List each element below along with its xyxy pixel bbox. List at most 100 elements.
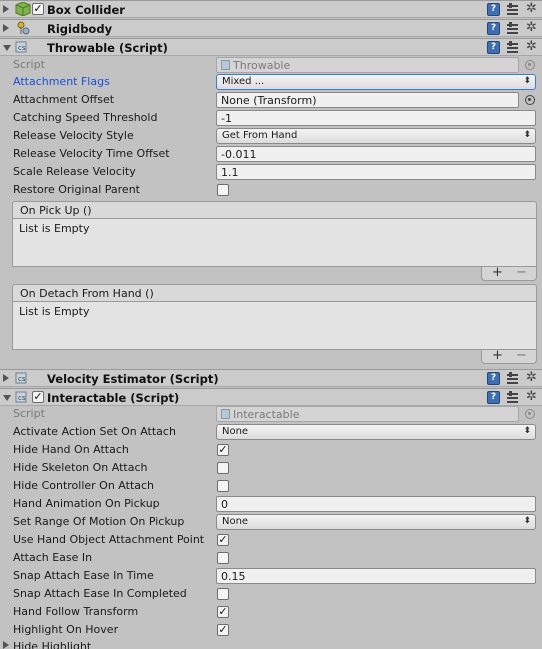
event-title: On Pick Up () (12, 201, 537, 219)
field-label: Hide Highlight (13, 640, 92, 649)
box-collider-header[interactable]: ✓ Box Collider ? ✲ (0, 0, 542, 18)
snap-attach-ease-in-completed-checkbox[interactable] (217, 588, 229, 600)
hide-skeleton-checkbox[interactable] (217, 462, 229, 474)
remove-item-button[interactable]: − (516, 348, 527, 363)
hide-hand-row[interactable]: Hide Hand On Attach ✓ (0, 441, 542, 459)
hand-animation-input[interactable]: 0 (216, 496, 536, 512)
hand-follow-transform-checkbox[interactable]: ✓ (217, 606, 229, 618)
help-book-icon[interactable]: ? (487, 3, 500, 16)
on-pick-up-event: On Pick Up () List is Empty + − (12, 201, 537, 281)
highlight-on-hover-row[interactable]: Highlight On Hover ✓ (0, 621, 542, 639)
gear-icon[interactable]: ✲ (525, 40, 538, 54)
dropdown-value: None (222, 516, 249, 527)
component-title: Box Collider (47, 3, 125, 17)
script-value: Throwable (233, 59, 291, 72)
enable-checkbox[interactable]: ✓ (32, 3, 44, 15)
field-label: Scale Release Velocity (13, 165, 136, 178)
catching-speed-input[interactable]: -1 (216, 110, 536, 126)
attach-ease-in-checkbox[interactable] (217, 552, 229, 564)
field-label: Restore Original Parent (13, 183, 140, 196)
attachment-flags-dropdown[interactable]: Mixed ... ⬍ (216, 74, 536, 90)
use-hand-object-checkbox[interactable]: ✓ (217, 534, 229, 546)
rigidbody-header[interactable]: Rigidbody ? ✲ (0, 19, 542, 37)
throwable-header[interactable]: cs Throwable (Script) ? ✲ (0, 38, 542, 56)
hide-controller-row[interactable]: Hide Controller On Attach (0, 477, 542, 495)
fold-arrow-icon[interactable] (3, 5, 9, 13)
set-range-of-motion-dropdown[interactable]: None ⬍ (216, 514, 536, 530)
presets-icon[interactable] (506, 372, 519, 385)
interactable-header[interactable]: cs ✓ Interactable (Script) ? ✲ (0, 388, 542, 406)
restore-original-parent-checkbox[interactable] (217, 184, 229, 196)
activate-action-set-row[interactable]: Activate Action Set On Attach None ⬍ (0, 423, 542, 441)
presets-icon[interactable] (506, 41, 519, 54)
gear-icon[interactable]: ✲ (525, 390, 538, 404)
object-picker-icon (525, 409, 535, 419)
use-hand-object-row[interactable]: Use Hand Object Attachment Point ✓ (0, 531, 542, 549)
field-label: Release Velocity Time Offset (13, 147, 170, 160)
fold-arrow-icon[interactable] (3, 395, 11, 401)
enable-checkbox[interactable]: ✓ (32, 391, 44, 403)
hide-controller-checkbox[interactable] (217, 480, 229, 492)
event-list: List is Empty (12, 302, 537, 350)
event-list-footer: + − (481, 265, 537, 281)
field-label: Activate Action Set On Attach (13, 425, 176, 438)
hide-hand-checkbox[interactable]: ✓ (217, 444, 229, 456)
help-book-icon[interactable]: ? (487, 372, 500, 385)
scale-release-velocity-row[interactable]: Scale Release Velocity 1.1 (0, 163, 542, 181)
snap-attach-ease-in-time-input[interactable]: 0.15 (216, 568, 536, 584)
fold-arrow-icon[interactable] (3, 641, 9, 649)
snap-attach-ease-in-time-row[interactable]: Snap Attach Ease In Time 0.15 (0, 567, 542, 585)
snap-attach-ease-in-completed-row[interactable]: Snap Attach Ease In Completed (0, 585, 542, 603)
gear-icon[interactable]: ✲ (525, 2, 538, 16)
restore-original-parent-row[interactable]: Restore Original Parent (0, 181, 542, 199)
hide-highlight-row[interactable]: Hide Highlight (0, 639, 542, 649)
help-book-icon[interactable]: ? (487, 391, 500, 404)
field-label: Hide Hand On Attach (13, 443, 129, 456)
field-label: Catching Speed Threshold (13, 111, 158, 124)
activate-action-set-dropdown[interactable]: None ⬍ (216, 424, 536, 440)
fold-arrow-icon[interactable] (3, 374, 9, 382)
fold-arrow-icon[interactable] (3, 24, 9, 32)
attach-ease-in-row[interactable]: Attach Ease In (0, 549, 542, 567)
fold-arrow-icon[interactable] (3, 45, 11, 51)
component-title: Throwable (Script) (47, 41, 168, 55)
hand-animation-row[interactable]: Hand Animation On Pickup 0 (0, 495, 542, 513)
attachment-flags-row[interactable]: Attachment Flags Mixed ... ⬍ (0, 73, 542, 91)
presets-icon[interactable] (506, 3, 519, 16)
component-title: Rigidbody (47, 22, 113, 36)
hide-skeleton-row[interactable]: Hide Skeleton On Attach (0, 459, 542, 477)
catching-speed-row[interactable]: Catching Speed Threshold -1 (0, 109, 542, 127)
presets-icon[interactable] (506, 391, 519, 404)
component-title: Velocity Estimator (Script) (47, 372, 219, 386)
presets-icon[interactable] (506, 22, 519, 35)
gear-icon[interactable]: ✲ (525, 21, 538, 35)
highlight-on-hover-checkbox[interactable]: ✓ (217, 624, 229, 636)
rigidbody-icon (17, 21, 30, 35)
script-file-icon (221, 409, 230, 419)
on-detach-event: On Detach From Hand () List is Empty + − (12, 284, 537, 364)
dropdown-arrow-icon: ⬍ (523, 130, 531, 140)
help-book-icon[interactable]: ? (487, 41, 500, 54)
set-range-of-motion-row[interactable]: Set Range Of Motion On Pickup None ⬍ (0, 513, 542, 531)
field-label: Hide Controller On Attach (13, 479, 155, 492)
help-book-icon[interactable]: ? (487, 22, 500, 35)
release-velocity-style-row[interactable]: Release Velocity Style Get From Hand ⬍ (0, 127, 542, 145)
script-field: Throwable (216, 57, 519, 73)
release-velocity-time-offset-input[interactable]: -0.011 (216, 146, 536, 162)
attachment-offset-row[interactable]: Attachment Offset None (Transform) (0, 91, 542, 109)
field-label: Use Hand Object Attachment Point (13, 533, 205, 546)
script-field: Interactable (216, 406, 519, 422)
velocity-estimator-header[interactable]: cs Velocity Estimator (Script) ? ✲ (0, 369, 542, 387)
remove-item-button[interactable]: − (516, 265, 527, 280)
release-velocity-style-dropdown[interactable]: Get From Hand ⬍ (216, 128, 536, 144)
scale-release-velocity-input[interactable]: 1.1 (216, 164, 536, 180)
object-picker-icon[interactable] (525, 95, 535, 105)
gear-icon[interactable]: ✲ (525, 371, 538, 385)
dropdown-arrow-icon: ⬍ (523, 516, 531, 526)
add-item-button[interactable]: + (492, 348, 503, 363)
svg-text:cs: cs (18, 394, 26, 402)
hand-follow-transform-row[interactable]: Hand Follow Transform ✓ (0, 603, 542, 621)
add-item-button[interactable]: + (492, 265, 503, 280)
attachment-offset-field[interactable]: None (Transform) (216, 92, 519, 108)
release-velocity-time-offset-row[interactable]: Release Velocity Time Offset -0.011 (0, 145, 542, 163)
